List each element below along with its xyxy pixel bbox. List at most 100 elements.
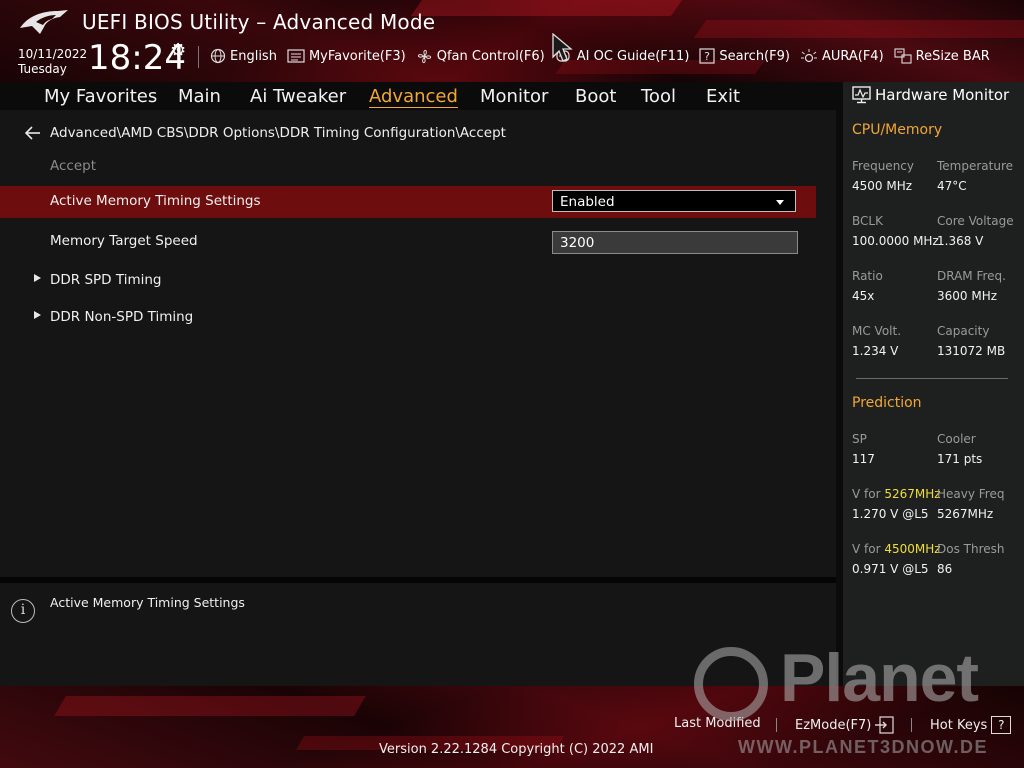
field-value: 3200 bbox=[560, 235, 595, 251]
submenu-ddr-spd-timing[interactable]: DDR SPD Timing bbox=[0, 265, 816, 297]
favorite-icon bbox=[287, 49, 305, 63]
bclk-label: BCLK bbox=[852, 214, 883, 228]
qfan-control-label: Qfan Control(F6) bbox=[436, 48, 545, 64]
resize-bar-icon bbox=[894, 48, 912, 64]
setting-row-active-memory-timing[interactable]: Active Memory Timing Settings Enabled bbox=[0, 186, 816, 218]
header-decoration bbox=[693, 20, 1024, 38]
myfavorite-button[interactable]: MyFavorite(F3) bbox=[287, 49, 406, 64]
section-label: Accept bbox=[50, 158, 97, 174]
info-icon: i bbox=[11, 599, 35, 623]
settings-panel: Advanced\AMD CBS\DDR Options\DDR Timing … bbox=[0, 110, 836, 577]
day-text: Tuesday bbox=[18, 62, 67, 76]
mc-volt-label: MC Volt. bbox=[852, 324, 902, 338]
language-label: English bbox=[230, 48, 277, 64]
cooler-label: Cooler bbox=[937, 432, 976, 446]
v-for-heavy-value: 1.270 V @L5 bbox=[852, 507, 929, 521]
footer-divider bbox=[911, 718, 912, 732]
cooler-value: 171 pts bbox=[937, 452, 983, 466]
tab-advanced[interactable]: Advanced bbox=[369, 86, 458, 108]
sp-label: SP bbox=[852, 432, 867, 446]
exit-to-ezmode-icon bbox=[875, 716, 894, 734]
toolbar: English MyFavorite(F3) Qfan Control(F6) … bbox=[210, 45, 1000, 67]
v-for-base-value: 0.971 V @L5 bbox=[852, 562, 929, 576]
tab-my-favorites[interactable]: My Favorites bbox=[44, 86, 157, 107]
v-for-base-label: V for 4500MHz bbox=[852, 542, 941, 556]
hardware-monitor-title: Hardware Monitor bbox=[852, 86, 1009, 104]
setting-label: Active Memory Timing Settings bbox=[50, 193, 261, 209]
prediction-heading: Prediction bbox=[852, 395, 922, 411]
help-text: Active Memory Timing Settings bbox=[50, 595, 245, 610]
monitor-icon bbox=[852, 86, 871, 104]
ezmode-button[interactable]: EzMode(F7) bbox=[795, 716, 894, 734]
dram-freq-label: DRAM Freq. bbox=[937, 269, 1006, 283]
v-for-prefix: V for bbox=[852, 542, 885, 556]
submenu-ddr-non-spd-timing[interactable]: DDR Non-SPD Timing bbox=[0, 302, 816, 334]
memory-target-speed-field[interactable]: 3200 bbox=[552, 231, 798, 254]
tab-main[interactable]: Main bbox=[178, 86, 221, 107]
core-voltage-label: Core Voltage bbox=[937, 214, 1014, 228]
ezmode-label: EzMode(F7) bbox=[795, 717, 872, 733]
section-divider bbox=[856, 378, 1008, 379]
myfavorite-label: MyFavorite(F3) bbox=[308, 48, 406, 64]
gear-icon[interactable]: ⚙ bbox=[170, 40, 186, 61]
search-button[interactable]: ? Search(F9) bbox=[699, 48, 790, 64]
submenu-label: DDR SPD Timing bbox=[50, 272, 162, 288]
tab-boot[interactable]: Boot bbox=[575, 86, 616, 107]
dos-thresh-value: 86 bbox=[937, 562, 953, 576]
date-text: 10/11/2022 bbox=[18, 47, 88, 61]
last-modified-button[interactable]: Last Modified bbox=[674, 716, 761, 731]
ai-oc-guide-button[interactable]: AI OC Guide(F11) bbox=[555, 48, 690, 64]
ratio-label: Ratio bbox=[852, 269, 883, 283]
tab-exit[interactable]: Exit bbox=[706, 86, 740, 107]
header-decoration bbox=[410, 0, 690, 16]
help-panel: i Active Memory Timing Settings bbox=[0, 583, 836, 686]
setting-label: Memory Target Speed bbox=[50, 233, 198, 249]
ratio-value: 45x bbox=[852, 289, 875, 303]
resize-bar-button[interactable]: ReSize BAR bbox=[894, 48, 990, 64]
globe-icon bbox=[210, 48, 226, 64]
aura-label: AURA(F4) bbox=[821, 48, 884, 64]
mc-volt-value: 1.234 V bbox=[852, 344, 899, 358]
main-nav: My Favorites Main Ai Tweaker Advanced Mo… bbox=[0, 82, 836, 110]
tab-ai-tweaker[interactable]: Ai Tweaker bbox=[250, 86, 346, 107]
tab-monitor[interactable]: Monitor bbox=[480, 86, 548, 107]
frequency-label: Frequency bbox=[852, 159, 914, 173]
tab-tool[interactable]: Tool bbox=[641, 86, 676, 107]
mouse-cursor-icon bbox=[552, 33, 573, 62]
search-label: Search(F9) bbox=[719, 48, 790, 64]
resize-bar-label: ReSize BAR bbox=[915, 48, 990, 64]
heavy-freq-value: 5267MHz bbox=[937, 507, 994, 521]
submenu-arrow-icon bbox=[34, 311, 41, 319]
footer-divider bbox=[776, 718, 777, 732]
date-display[interactable]: 10/11/2022 Tuesday bbox=[18, 47, 87, 77]
back-arrow-icon[interactable] bbox=[24, 124, 42, 142]
breadcrumb: Advanced\AMD CBS\DDR Options\DDR Timing … bbox=[50, 125, 506, 141]
aura-button[interactable]: AURA(F4) bbox=[800, 48, 884, 64]
last-modified-label: Last Modified bbox=[674, 716, 761, 731]
footer-decoration bbox=[54, 696, 366, 716]
dropdown-caret-icon bbox=[776, 200, 784, 205]
ai-oc-guide-label: AI OC Guide(F11) bbox=[576, 48, 690, 64]
hot-keys-button[interactable]: Hot Keys ? bbox=[930, 716, 1012, 734]
submenu-arrow-icon bbox=[34, 274, 41, 282]
dropdown-value: Enabled bbox=[560, 194, 615, 210]
v-for-heavy-freq: 5267MHz bbox=[884, 487, 941, 501]
bclk-value: 100.0000 MHz bbox=[852, 234, 939, 248]
v-for-prefix: V for bbox=[852, 487, 885, 501]
qfan-control-button[interactable]: Qfan Control(F6) bbox=[416, 48, 545, 65]
language-button[interactable]: English bbox=[210, 48, 277, 64]
active-memory-timing-dropdown[interactable]: Enabled bbox=[552, 190, 796, 212]
dram-freq-value: 3600 MHz bbox=[937, 289, 998, 303]
hardware-monitor-panel: Hardware Monitor CPU/Memory Frequency 45… bbox=[843, 82, 1024, 686]
hardware-monitor-title-text: Hardware Monitor bbox=[875, 86, 1010, 104]
cpu-memory-heading: CPU/Memory bbox=[852, 122, 943, 138]
aura-light-icon bbox=[800, 49, 817, 63]
header-bar: UEFI BIOS Utility – Advanced Mode 10/11/… bbox=[0, 0, 1024, 82]
setting-row-memory-target-speed[interactable]: Memory Target Speed 3200 bbox=[0, 226, 816, 258]
divider bbox=[198, 46, 199, 68]
hot-keys-label: Hot Keys bbox=[930, 717, 988, 733]
v-for-heavy-label: V for 5267MHz bbox=[852, 487, 941, 501]
v-for-base-freq: 4500MHz bbox=[884, 542, 941, 556]
footer-bar: Last Modified EzMode(F7) Hot Keys ? Vers… bbox=[0, 686, 1024, 768]
dos-thresh-label: Dos Thresh bbox=[937, 542, 1005, 556]
